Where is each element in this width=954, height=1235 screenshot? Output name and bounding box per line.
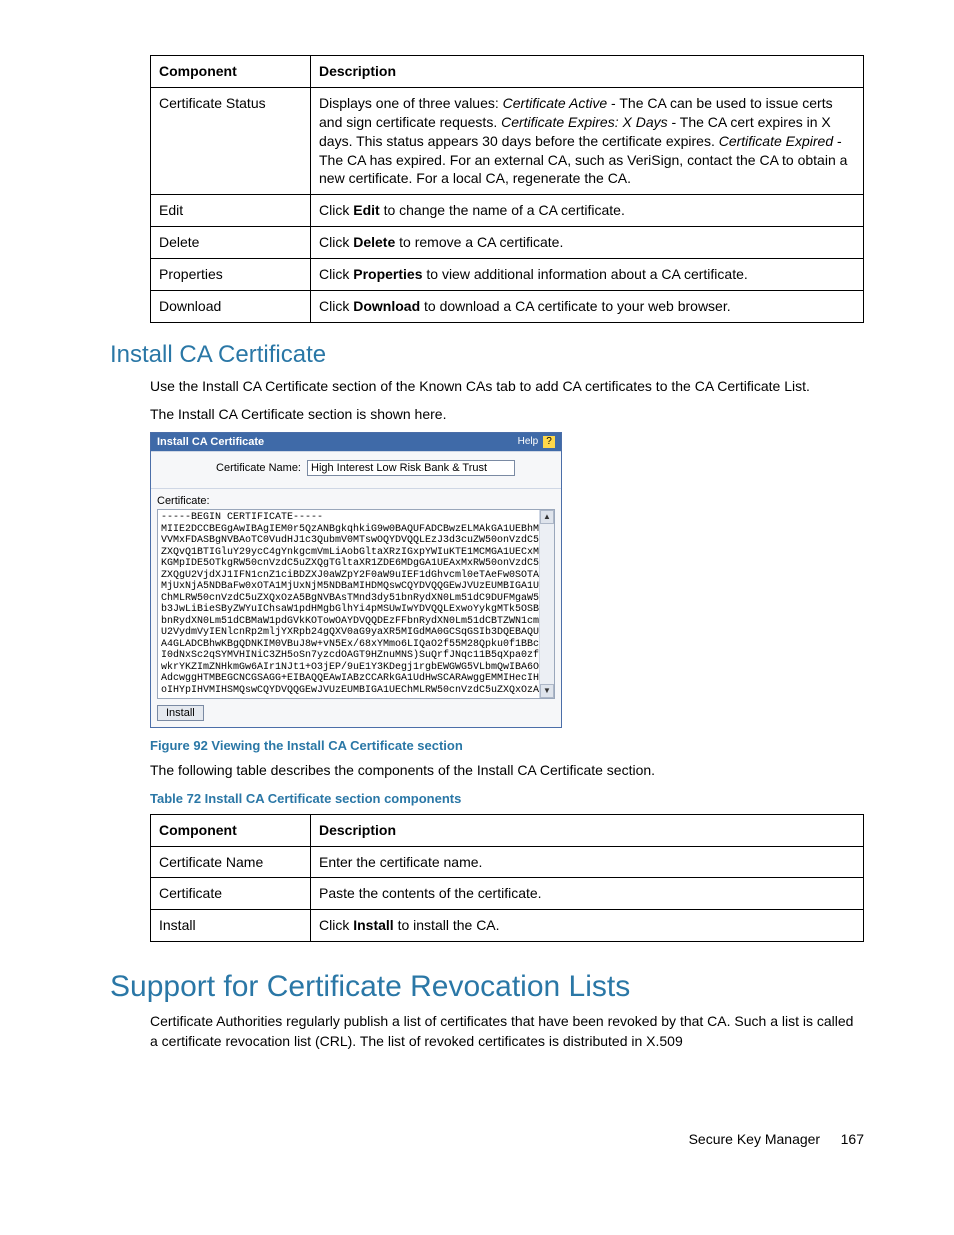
cell-description: Displays one of three values: Certificat… [311, 87, 864, 194]
cell-description: Click Download to download a CA certific… [311, 291, 864, 323]
paragraph: The following table describes the compon… [150, 761, 864, 781]
table-row: Certificate Paste the contents of the ce… [151, 878, 864, 910]
table-row: Edit Click Edit to change the name of a … [151, 195, 864, 227]
chapter-heading-crl: Support for Certificate Revocation Lists [110, 970, 864, 1004]
paragraph: Certificate Authorities regularly publis… [150, 1012, 864, 1051]
table-install-ca-components: Component Description Certificate Name E… [150, 814, 864, 943]
table-row: Install Click Install to install the CA. [151, 910, 864, 942]
footer-doc-title: Secure Key Manager [689, 1131, 821, 1147]
scrollbar[interactable]: ▲ ▼ [539, 510, 554, 698]
table-row: Certificate Name Enter the certificate n… [151, 846, 864, 878]
certificate-textarea[interactable] [158, 510, 540, 698]
cell-component: Install [151, 910, 311, 942]
th-component: Component [151, 56, 311, 88]
page-footer: Secure Key Manager 167 [110, 1131, 864, 1147]
section-heading-install-ca: Install CA Certificate [110, 341, 864, 369]
table-row: Download Click Download to download a CA… [151, 291, 864, 323]
cell-component: Certificate [151, 878, 311, 910]
th-component: Component [151, 814, 311, 846]
help-icon: ? [543, 436, 555, 448]
footer-page-number: 167 [824, 1131, 864, 1147]
cell-component: Certificate Status [151, 87, 311, 194]
table-caption: Table 72 Install CA Certificate section … [150, 791, 864, 806]
table-row: Properties Click Properties to view addi… [151, 259, 864, 291]
cell-description: Click Delete to remove a CA certificate. [311, 227, 864, 259]
cell-description: Paste the contents of the certificate. [311, 878, 864, 910]
install-button[interactable]: Install [157, 705, 204, 721]
table-row: Delete Click Delete to remove a CA certi… [151, 227, 864, 259]
th-description: Description [311, 814, 864, 846]
figure-caption: Figure 92 Viewing the Install CA Certifi… [150, 738, 864, 753]
panel-header: Install CA Certificate Help ? [151, 433, 561, 451]
cell-component: Delete [151, 227, 311, 259]
certificate-label: Certificate: [157, 495, 555, 507]
certificate-name-label: Certificate Name: [216, 462, 301, 474]
th-description: Description [311, 56, 864, 88]
paragraph: Use the Install CA Certificate section o… [150, 377, 864, 397]
cell-description: Click Install to install the CA. [311, 910, 864, 942]
cell-component: Certificate Name [151, 846, 311, 878]
cell-description: Click Properties to view additional info… [311, 259, 864, 291]
certificate-name-input[interactable] [307, 460, 515, 476]
scroll-up-icon[interactable]: ▲ [540, 510, 554, 524]
scroll-down-icon[interactable]: ▼ [540, 684, 554, 698]
cell-component: Edit [151, 195, 311, 227]
paragraph: The Install CA Certificate section is sh… [150, 405, 864, 425]
table-row: Certificate Status Displays one of three… [151, 87, 864, 194]
cell-description: Click Edit to change the name of a CA ce… [311, 195, 864, 227]
cell-component: Properties [151, 259, 311, 291]
cell-description: Enter the certificate name. [311, 846, 864, 878]
panel-title: Install CA Certificate [157, 436, 264, 448]
help-link[interactable]: Help ? [518, 436, 555, 448]
install-ca-panel: Install CA Certificate Help ? Certificat… [150, 432, 562, 728]
divider [151, 488, 561, 489]
cell-component: Download [151, 291, 311, 323]
table-ca-list-components: Component Description Certificate Status… [150, 55, 864, 323]
